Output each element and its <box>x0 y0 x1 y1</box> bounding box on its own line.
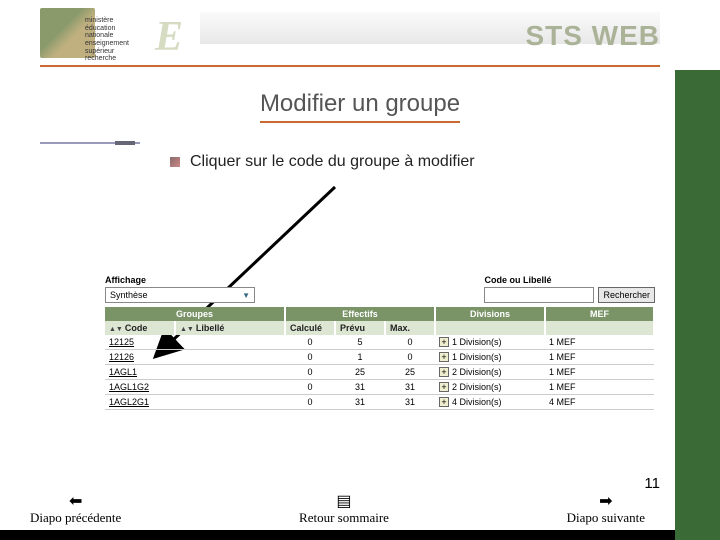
calcule-cell: 0 <box>285 395 335 410</box>
divisions-cell: +1 Division(s) <box>435 335 545 350</box>
right-accent-column <box>675 0 720 540</box>
mef-cell: 4 MEF <box>545 395 654 410</box>
table-row: 1AGL102525+2 Division(s)1 MEF <box>105 365 654 380</box>
libelle-cell <box>175 380 285 395</box>
next-slide-button[interactable]: ➡ Diapo suivante <box>567 494 645 526</box>
max-cell: 25 <box>385 365 435 380</box>
bullet-text: Cliquer sur le code du groupe à modifier <box>190 153 475 171</box>
libelle-cell <box>175 365 285 380</box>
table-row: 1AGL1G203131+2 Division(s)1 MEF <box>105 380 654 395</box>
calcule-cell: 0 <box>285 350 335 365</box>
expand-icon[interactable]: + <box>439 397 449 407</box>
mef-cell: 1 MEF <box>545 335 654 350</box>
code-cell[interactable]: 1AGL2G1 <box>105 395 175 410</box>
libelle-cell <box>175 335 285 350</box>
page-title: Modifier un groupe <box>0 90 720 118</box>
affichage-label: Affichage <box>105 275 255 285</box>
content: Cliquer sur le code du groupe à modifier <box>170 153 660 171</box>
divisions-cell: +2 Division(s) <box>435 365 545 380</box>
prevu-cell: 31 <box>335 395 385 410</box>
mef-cell: 1 MEF <box>545 380 654 395</box>
next-label: Diapo suivante <box>567 510 645 526</box>
expand-icon[interactable]: + <box>439 337 449 347</box>
col-prevu[interactable]: Prévu <box>335 321 385 335</box>
prevu-cell: 1 <box>335 350 385 365</box>
code-cell[interactable]: 1AGL1G2 <box>105 380 175 395</box>
education-e-icon: E <box>155 13 183 61</box>
search-button[interactable]: Rechercher <box>598 287 655 303</box>
footer: ⬅ Diapo précédente ▤ Retour sommaire ➡ D… <box>0 494 675 526</box>
libelle-cell <box>175 350 285 365</box>
th-divisions: Divisions <box>435 307 545 321</box>
search-input[interactable] <box>484 287 594 303</box>
sort-icon: ▲▼ <box>180 326 194 333</box>
max-cell: 31 <box>385 380 435 395</box>
calcule-cell: 0 <box>285 335 335 350</box>
prevu-cell: 31 <box>335 380 385 395</box>
bullet-row: Cliquer sur le code du groupe à modifier <box>170 153 660 171</box>
col-mef <box>545 321 654 335</box>
arrow-right-icon: ➡ <box>599 494 612 510</box>
code-cell[interactable]: 12126 <box>105 350 175 365</box>
ministry-text: ministère éducation nationale enseigneme… <box>85 17 135 63</box>
max-cell: 31 <box>385 395 435 410</box>
prevu-cell: 25 <box>335 365 385 380</box>
home-button[interactable]: ▤ Retour sommaire <box>299 494 389 526</box>
logo-block: ministère éducation nationale enseigneme… <box>40 5 220 60</box>
th-effectifs: Effectifs <box>285 307 435 321</box>
divisions-cell: +4 Division(s) <box>435 395 545 410</box>
calcule-cell: 0 <box>285 380 335 395</box>
expand-icon[interactable]: + <box>439 352 449 362</box>
col-max[interactable]: Max. <box>385 321 435 335</box>
code-cell[interactable]: 1AGL1 <box>105 365 175 380</box>
affichage-value: Synthèse <box>110 290 148 300</box>
libelle-cell <box>175 395 285 410</box>
col-libelle[interactable]: ▲▼Libellé <box>175 321 285 335</box>
col-calcule[interactable]: Calculé <box>285 321 335 335</box>
max-cell: 0 <box>385 335 435 350</box>
groups-table: Groupes Effectifs Divisions MEF ▲▼Code ▲… <box>105 307 655 410</box>
affichage-select[interactable]: Synthèse ▼ <box>105 287 255 303</box>
th-groupes: Groupes <box>105 307 285 321</box>
th-mef: MEF <box>545 307 654 321</box>
expand-icon[interactable]: + <box>439 382 449 392</box>
brand-title: STS WEB <box>525 20 660 52</box>
table-row: 12126010+1 Division(s)1 MEF <box>105 350 654 365</box>
page-number: 11 <box>644 475 660 492</box>
table-row: 1AGL2G103131+4 Division(s)4 MEF <box>105 395 654 410</box>
divisions-cell: +1 Division(s) <box>435 350 545 365</box>
divisions-cell: +2 Division(s) <box>435 380 545 395</box>
menu-icon: ▤ <box>336 494 351 510</box>
max-cell: 0 <box>385 350 435 365</box>
prev-slide-button[interactable]: ⬅ Diapo précédente <box>30 494 121 526</box>
bullet-icon <box>170 157 180 167</box>
arrow-left-icon: ⬅ <box>69 494 82 510</box>
search-label: Code ou Libellé <box>484 275 594 285</box>
sort-icon: ▲▼ <box>109 326 123 333</box>
col-divisions <box>435 321 545 335</box>
app-screenshot: Affichage Synthèse ▼ Code ou Libellé Rec… <box>105 275 655 410</box>
title-underline <box>260 121 460 123</box>
prevu-cell: 5 <box>335 335 385 350</box>
chevron-down-icon: ▼ <box>242 291 250 300</box>
header: ministère éducation nationale enseigneme… <box>0 0 720 70</box>
table-row: 12125050+1 Division(s)1 MEF <box>105 335 654 350</box>
col-code[interactable]: ▲▼Code <box>105 321 175 335</box>
expand-icon[interactable]: + <box>439 367 449 377</box>
calcule-cell: 0 <box>285 365 335 380</box>
side-accent-bar <box>115 141 135 145</box>
prev-label: Diapo précédente <box>30 510 121 526</box>
footer-strip <box>0 530 675 540</box>
header-underline <box>40 65 660 67</box>
mef-cell: 1 MEF <box>545 350 654 365</box>
home-label: Retour sommaire <box>299 510 389 526</box>
code-cell[interactable]: 12125 <box>105 335 175 350</box>
mef-cell: 1 MEF <box>545 365 654 380</box>
